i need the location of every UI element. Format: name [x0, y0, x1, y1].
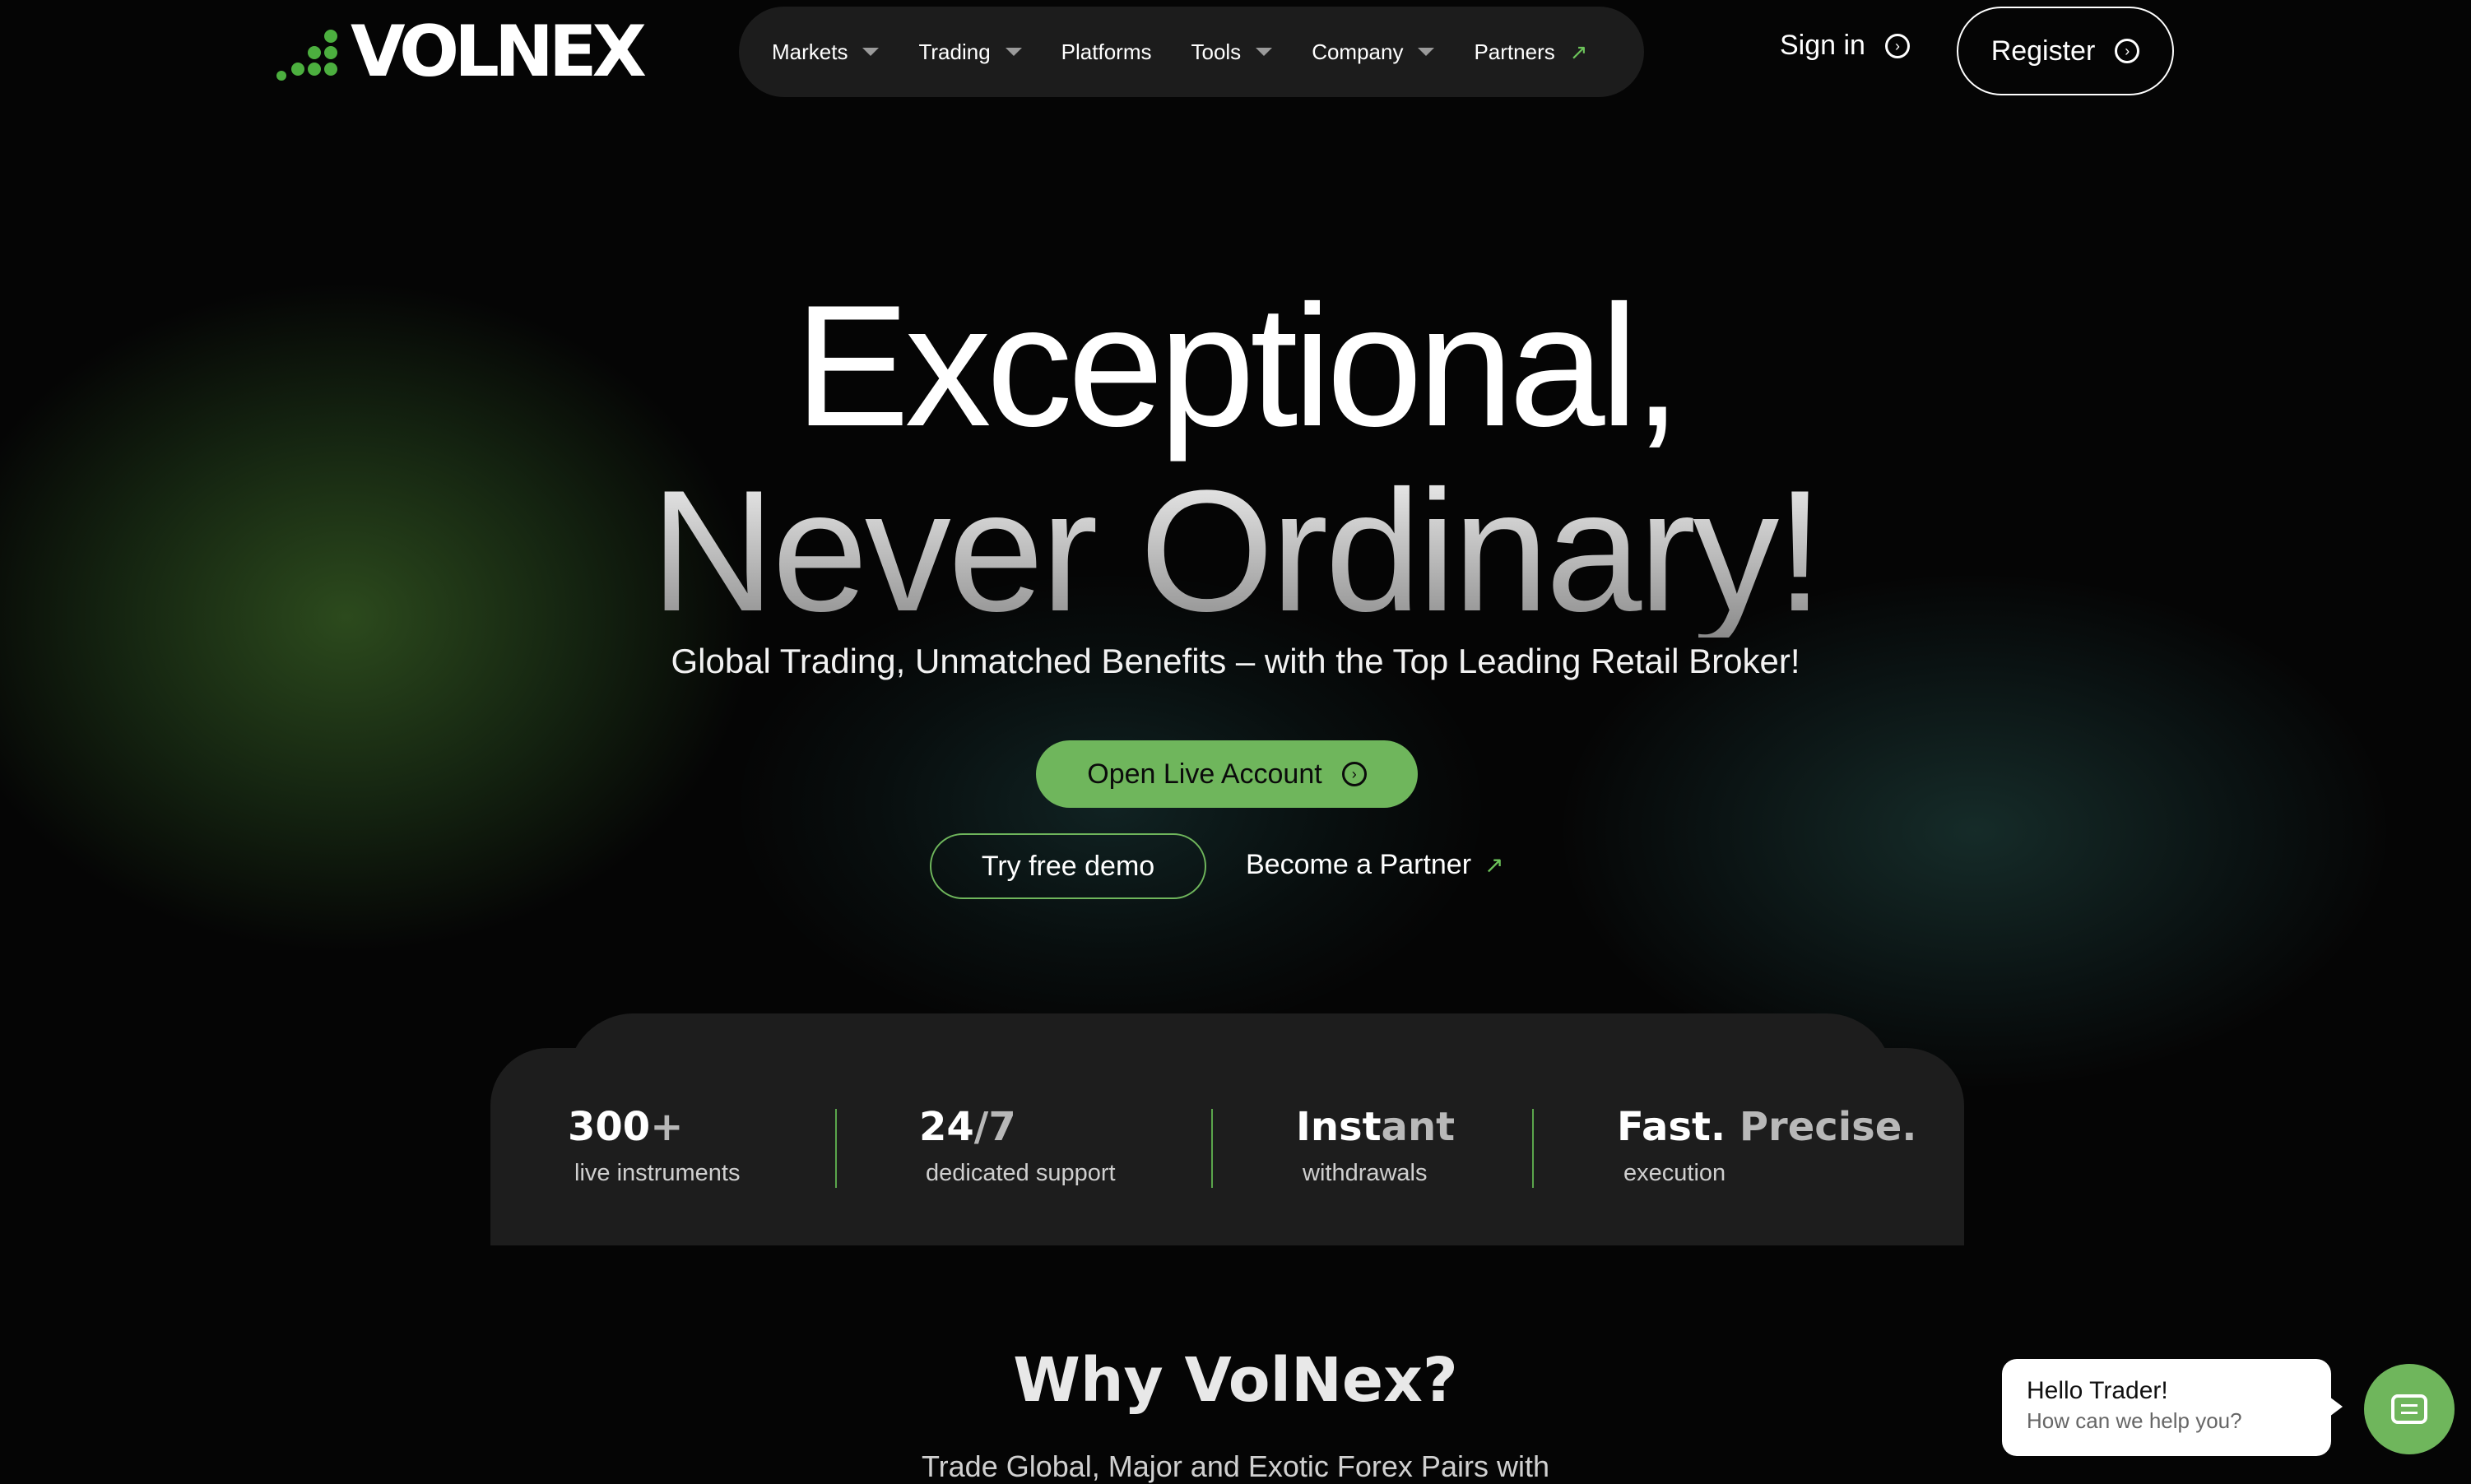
circle-arrow-icon: › [1341, 762, 1367, 786]
stat-value: 24/7 [919, 1104, 1016, 1150]
stat-divider [1211, 1109, 1213, 1188]
external-arrow-icon: ↗ [1484, 852, 1504, 878]
become-partner-label: Become a Partner [1246, 849, 1472, 880]
stat-label: execution [1623, 1160, 1726, 1186]
nav-item-company[interactable]: Company [1312, 39, 1435, 65]
chat-icon [2391, 1394, 2427, 1424]
hero-subtitle: Global Trading, Unmatched Benefits – wit… [671, 642, 1800, 680]
chat-open-button[interactable] [2364, 1364, 2455, 1454]
stat-label: live instruments [574, 1160, 741, 1186]
nav-item-label: Markets [772, 39, 848, 64]
main-navigation: Markets Trading Platforms Tools Company … [739, 7, 1644, 97]
nav-item-trading[interactable]: Trading [918, 39, 1022, 65]
stats-panel: 300+ live instruments 24/7 dedicated sup… [490, 1048, 1964, 1245]
stat-support: 24/7 dedicated support [919, 1107, 1116, 1187]
nav-item-tools[interactable]: Tools [1191, 39, 1273, 65]
chevron-down-icon [862, 48, 880, 56]
open-live-account-label: Open Live Account [1087, 758, 1322, 790]
logo-dots-icon [276, 20, 342, 84]
register-label: Register [1990, 35, 2096, 67]
nav-item-platforms[interactable]: Platforms [1061, 39, 1152, 65]
nav-item-label: Company [1312, 39, 1404, 64]
nav-item-label: Partners [1474, 39, 1555, 64]
stat-divider [835, 1109, 837, 1188]
nav-item-label: Tools [1191, 39, 1242, 64]
stat-withdrawals: Instant withdrawals [1296, 1107, 1455, 1187]
nav-item-label: Trading [918, 39, 991, 64]
hero-title-line2: Never Ordinary! [0, 465, 2471, 638]
stat-execution: Fast. Precise. execution [1617, 1107, 1917, 1187]
external-arrow-icon: ↗ [1569, 39, 1588, 64]
chat-prompt: How can we help you? [2027, 1408, 2242, 1433]
try-free-demo-button[interactable]: Try free demo [930, 833, 1206, 899]
brand-name: VOLNEX [351, 11, 647, 93]
nav-item-markets[interactable]: Markets [772, 39, 880, 65]
stat-value: 300+ [568, 1104, 684, 1150]
chevron-down-icon [1418, 48, 1435, 56]
become-partner-link[interactable]: Become a Partner ↗ [1246, 849, 1504, 881]
nav-item-partners[interactable]: Partners ↗ [1474, 39, 1587, 65]
circle-arrow-icon: › [1884, 33, 1910, 58]
stat-instruments: 300+ live instruments [568, 1107, 740, 1187]
chat-greeting: Hello Trader! [2027, 1377, 2168, 1404]
chevron-down-icon [1005, 48, 1022, 56]
open-live-account-button[interactable]: Open Live Account › [1036, 740, 1418, 808]
try-free-demo-label: Try free demo [981, 850, 1155, 882]
stat-value: Fast. Precise. [1617, 1104, 1917, 1150]
stat-label: dedicated support [926, 1160, 1116, 1186]
brand-logo[interactable]: VOLNEX [276, 11, 647, 93]
stat-label: withdrawals [1303, 1160, 1428, 1186]
signin-label: Sign in [1780, 30, 1865, 61]
circle-arrow-icon: › [2115, 39, 2140, 63]
register-button[interactable]: Register › [1957, 7, 2174, 95]
stat-divider [1532, 1109, 1534, 1188]
stat-value: Instant [1296, 1104, 1456, 1150]
nav-item-label: Platforms [1061, 39, 1152, 64]
chat-greeting-bubble[interactable]: Hello Trader! How can we help you? [2002, 1359, 2343, 1456]
hero-title-line1: Exceptional, [794, 269, 1681, 462]
signin-link[interactable]: Sign in › [1780, 30, 1910, 62]
chevron-down-icon [1256, 48, 1273, 56]
